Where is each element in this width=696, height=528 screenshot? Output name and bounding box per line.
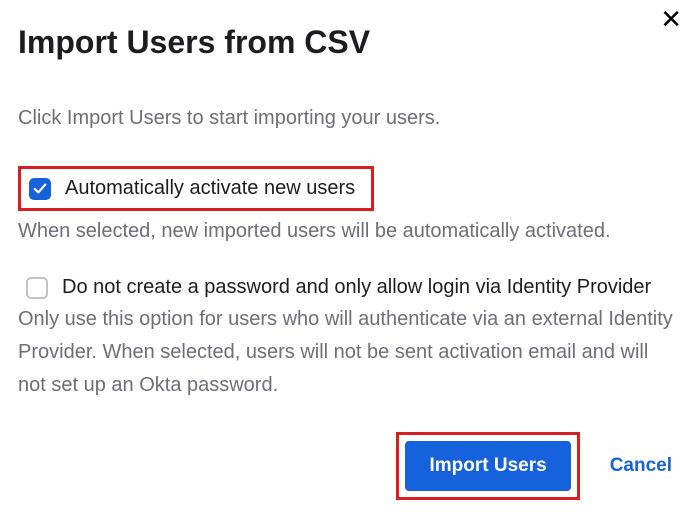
dialog-instruction: Click Import Users to start importing yo…	[18, 107, 678, 130]
option-no-password: Do not create a password and only allow …	[18, 276, 678, 299]
highlight-import-button: Import Users	[396, 432, 579, 500]
import-users-button[interactable]: Import Users	[405, 441, 570, 491]
close-icon: ✕	[660, 4, 682, 34]
cancel-button[interactable]: Cancel	[610, 455, 672, 477]
no-password-label: Do not create a password and only allow …	[62, 276, 651, 299]
dialog-title: Import Users from CSV	[18, 24, 678, 61]
auto-activate-help: When selected, new imported users will b…	[18, 215, 678, 248]
auto-activate-checkbox[interactable]	[29, 178, 51, 200]
option-auto-activate: Automatically activate new users	[18, 166, 678, 211]
no-password-checkbox[interactable]	[26, 277, 48, 299]
auto-activate-label: Automatically activate new users	[65, 177, 355, 200]
import-users-dialog: Import Users from CSV Click Import Users…	[0, 0, 696, 518]
highlight-auto-activate: Automatically activate new users	[18, 166, 374, 211]
no-password-help: Only use this option for users who will …	[18, 303, 678, 402]
dialog-footer: Import Users Cancel	[18, 432, 678, 500]
check-icon	[33, 182, 47, 196]
close-button[interactable]: ✕	[654, 4, 688, 34]
